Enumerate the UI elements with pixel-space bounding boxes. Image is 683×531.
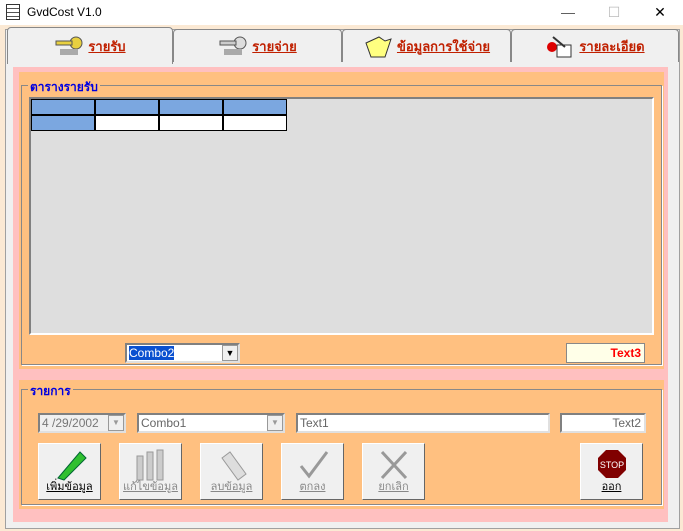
delete-label: ลบข้อมูล <box>210 481 253 493</box>
key-silver-icon <box>218 35 248 57</box>
window-title: GvdCost V1.0 <box>27 5 102 19</box>
combo2-value: Combo2 <box>129 346 175 360</box>
grid-cell[interactable] <box>159 115 223 131</box>
grid-header-cell <box>95 99 159 115</box>
income-group-legend: ตารางรายรับ <box>28 78 100 97</box>
combo1-value: Combo1 <box>141 416 187 430</box>
tab-label: รายจ่าย <box>252 38 297 54</box>
grid-header-cell <box>159 99 223 115</box>
add-button[interactable]: เพิ่มข้อมูล <box>38 443 101 500</box>
ok-button[interactable]: ตกลง <box>281 443 344 500</box>
tab-label: รายรับ <box>88 38 126 54</box>
svg-text:STOP: STOP <box>599 460 623 470</box>
tab-label: ข้อมูลการใช้จ่าย <box>396 38 491 54</box>
date-picker[interactable]: 4 /29/2002 ▼ <box>38 413 126 433</box>
chevron-down-icon[interactable]: ▼ <box>222 345 238 361</box>
title-bar: GvdCost V1.0 — ☐ ✕ <box>0 0 683 25</box>
tab-income[interactable]: รายรับ <box>7 27 173 64</box>
minimize-button[interactable]: — <box>545 0 591 25</box>
app-icon <box>6 4 20 20</box>
income-grid[interactable] <box>29 97 654 335</box>
grid-cell[interactable] <box>223 115 287 131</box>
report-icon <box>545 35 575 58</box>
edit-button[interactable]: แก้ไขข้อมูล <box>119 443 182 500</box>
exit-label: ออก <box>601 481 622 493</box>
combo2-select[interactable]: Combo2 ▼ <box>125 343 240 363</box>
ok-label: ตกลง <box>299 481 326 493</box>
grid-header-cell <box>223 99 287 115</box>
items-group-legend: รายการ <box>28 382 73 401</box>
chevron-down-icon[interactable]: ▼ <box>108 415 124 431</box>
cancel-label: ยกเลิก <box>378 481 409 493</box>
maximize-button[interactable]: ☐ <box>591 0 637 25</box>
exit-button[interactable]: STOP ออก <box>580 443 643 500</box>
grid-cell[interactable] <box>95 115 159 131</box>
text1-field[interactable]: Text1 <box>296 413 550 433</box>
tab-label: รายละเอียด <box>579 38 645 54</box>
folder-icon <box>363 35 393 58</box>
text2-field[interactable]: Text2 <box>560 413 646 433</box>
add-label: เพิ่มข้อมูล <box>46 481 93 493</box>
close-button[interactable]: ✕ <box>637 0 683 25</box>
grid-header-cell <box>31 99 95 115</box>
text3-field[interactable]: Text3 <box>566 343 645 363</box>
chevron-down-icon[interactable]: ▼ <box>267 415 283 431</box>
cancel-button[interactable]: ยกเลิก <box>362 443 425 500</box>
grid-row-header <box>31 115 95 131</box>
tab-spending-data[interactable]: ข้อมูลการใช้จ่าย <box>342 29 511 62</box>
delete-button[interactable]: ลบข้อมูล <box>200 443 263 500</box>
combo1-select[interactable]: Combo1 ▼ <box>137 413 285 433</box>
edit-label: แก้ไขข้อมูล <box>123 481 178 493</box>
key-gold-icon <box>54 35 84 57</box>
tab-expense[interactable]: รายจ่าย <box>173 29 342 62</box>
date-value: 4 /29/2002 <box>42 416 99 430</box>
tab-details[interactable]: รายละเอียด <box>511 29 679 62</box>
